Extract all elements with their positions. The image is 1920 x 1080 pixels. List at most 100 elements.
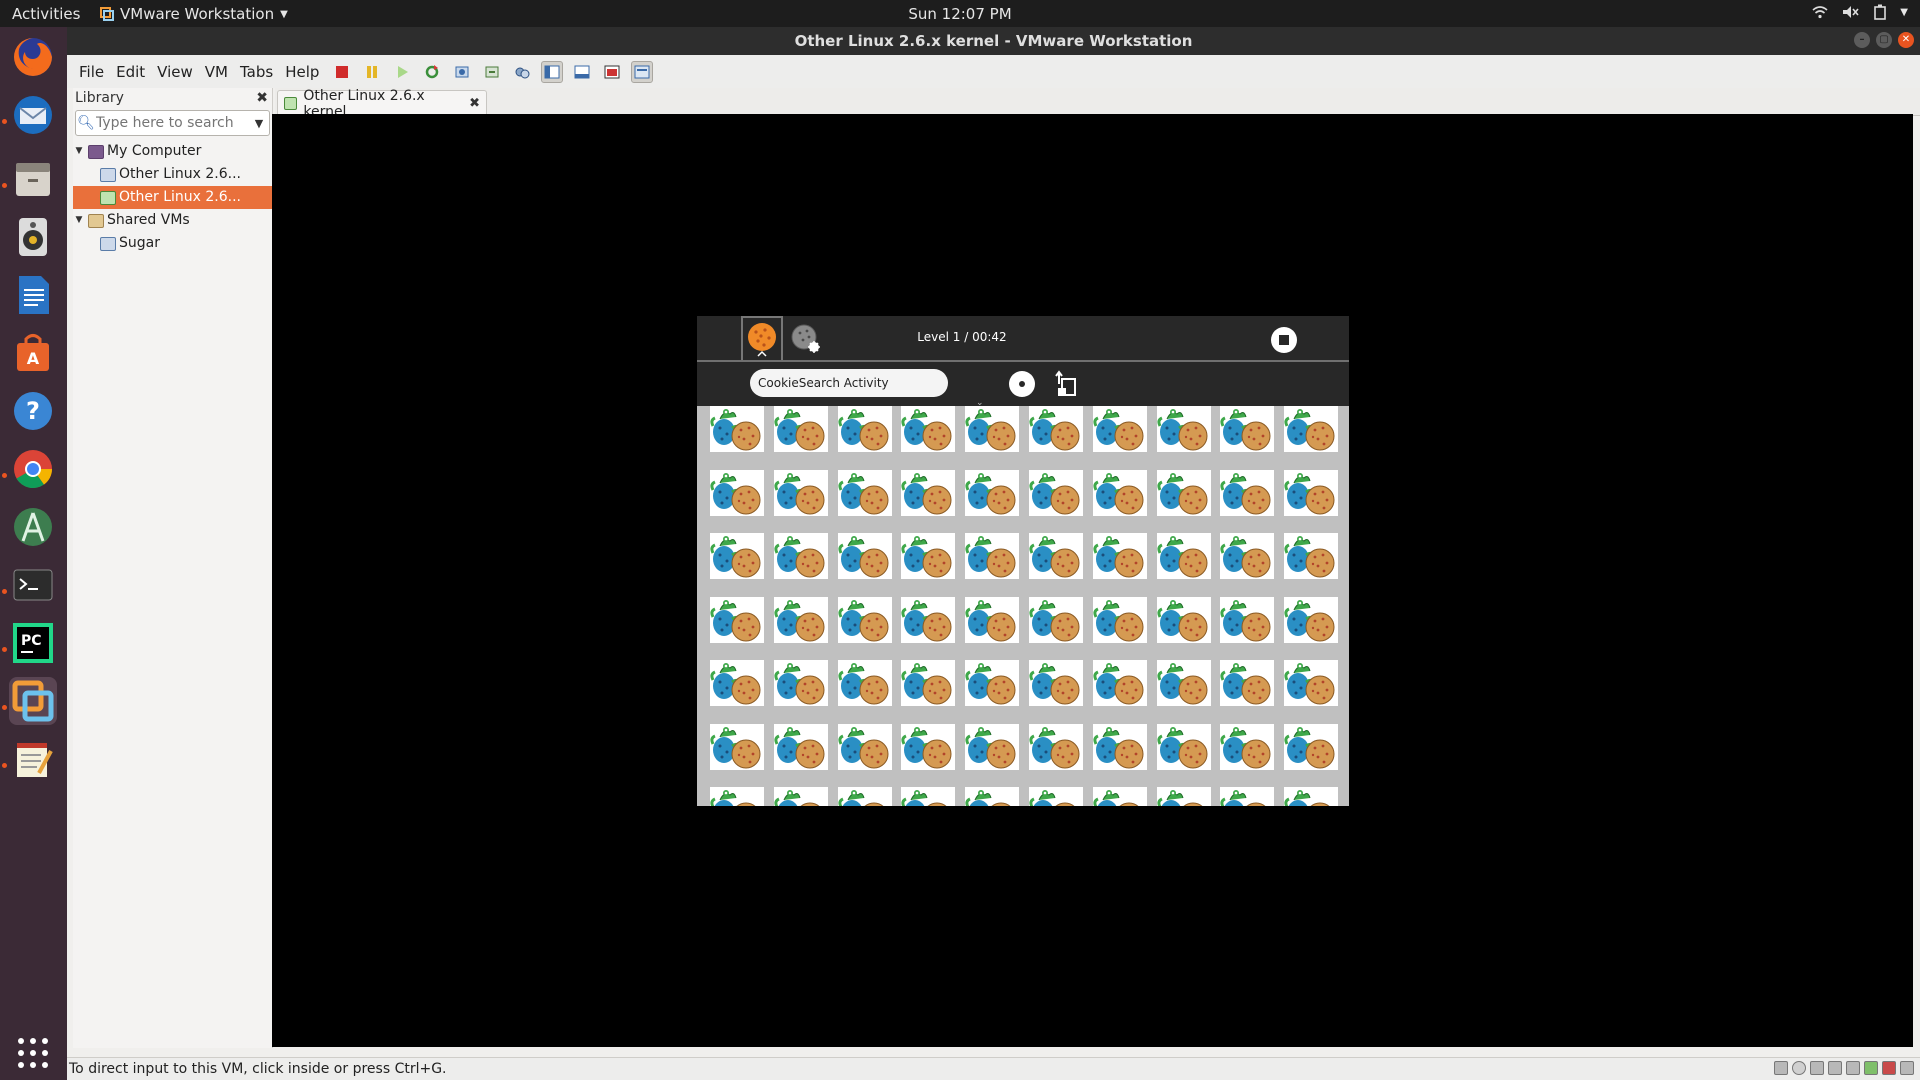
cookie-tile[interactable] (773, 406, 828, 452)
cookie-tile[interactable] (901, 406, 956, 452)
cookie-tile[interactable] (965, 660, 1020, 706)
android-studio-launcher[interactable] (9, 503, 57, 551)
cookie-tile[interactable] (1029, 406, 1083, 452)
cookie-tile[interactable] (773, 723, 828, 770)
cookie-tile[interactable] (710, 469, 764, 516)
cookie-tile[interactable] (1156, 596, 1211, 643)
cookie-tile[interactable] (1284, 533, 1339, 579)
cookie-tile[interactable] (965, 723, 1020, 770)
cookie-tile[interactable] (965, 787, 1020, 806)
cookie-tile[interactable] (1156, 533, 1211, 579)
cookie-tile[interactable] (1284, 596, 1339, 643)
snapshot-button[interactable] (451, 61, 473, 83)
library-search-input[interactable] (96, 115, 236, 131)
cookie-tile[interactable] (1092, 469, 1147, 516)
cookie-tile[interactable] (837, 787, 892, 806)
menu-file[interactable]: File (73, 63, 110, 81)
expander-icon[interactable]: ▼ (73, 140, 85, 163)
terminal-launcher[interactable] (9, 561, 57, 609)
cookie-tile[interactable] (1284, 723, 1339, 770)
cookie-tile[interactable] (773, 660, 828, 706)
cookie-tile[interactable] (1284, 660, 1339, 706)
cookie-tile[interactable] (1029, 723, 1083, 770)
cookie-tile[interactable] (901, 596, 956, 643)
cookie-tile[interactable] (901, 533, 956, 579)
menu-view[interactable]: View (151, 63, 199, 81)
printer-icon[interactable] (1846, 1061, 1860, 1075)
cookie-tile[interactable] (1092, 787, 1147, 806)
suspend-button[interactable] (361, 61, 383, 83)
show-thumbnails-button[interactable] (571, 61, 593, 83)
cookie-tile[interactable] (901, 660, 956, 706)
cookie-tile[interactable] (710, 787, 764, 806)
firefox-launcher[interactable] (9, 33, 57, 81)
cookie-tile[interactable] (837, 596, 892, 643)
system-tray[interactable]: ▼ (1812, 4, 1908, 20)
cookie-tile[interactable] (773, 533, 828, 579)
cookie-tile[interactable] (1029, 596, 1083, 643)
files-launcher[interactable] (9, 155, 57, 203)
chrome-launcher[interactable] (9, 445, 57, 493)
cookie-tile[interactable] (1284, 469, 1339, 516)
tree-node-vm[interactable]: Other Linux 2.6... (73, 163, 272, 186)
cookie-tile[interactable] (837, 723, 892, 770)
usb-icon[interactable] (1828, 1061, 1842, 1075)
close-library-icon[interactable]: ✖ (256, 88, 268, 108)
tree-node-vm-selected[interactable]: Other Linux 2.6... (73, 186, 272, 209)
cookie-tile[interactable] (1092, 723, 1147, 770)
cookie-tile[interactable] (1220, 596, 1275, 643)
snapshot-manager-button[interactable] (511, 61, 533, 83)
app-menu[interactable]: VMware Workstation ▼ (100, 5, 288, 23)
cookie-tile[interactable] (901, 469, 956, 516)
writer-launcher[interactable] (9, 271, 57, 319)
minimize-button[interactable]: – (1854, 32, 1870, 48)
network-adapter-icon[interactable] (1864, 1061, 1878, 1075)
cookie-tile[interactable] (901, 787, 956, 806)
close-button[interactable]: ✕ (1898, 32, 1914, 48)
power-on-button[interactable] (391, 61, 413, 83)
expander-icon[interactable]: ▼ (73, 209, 85, 232)
full-screen-button[interactable] (601, 61, 623, 83)
tree-node-my-computer[interactable]: ▼ My Computer (73, 140, 272, 163)
cookie-tile[interactable] (1284, 787, 1339, 806)
cookie-tile[interactable] (1220, 469, 1275, 516)
cookie-tile[interactable] (710, 533, 764, 579)
tree-node-sugar[interactable]: Sugar (73, 232, 272, 255)
cookie-tile[interactable] (710, 660, 764, 706)
sugar-activity-window[interactable]: Level 1 / 00:42 CookieSearch Activity ⌄ (697, 316, 1349, 806)
library-search[interactable]: 🔍︎ ▼ (75, 110, 270, 136)
floppy-icon[interactable] (1810, 1061, 1824, 1075)
unity-button[interactable] (631, 60, 654, 83)
cookie-tile[interactable] (837, 469, 892, 516)
cookie-tile[interactable] (773, 469, 828, 516)
activity-title-field[interactable]: CookieSearch Activity (750, 369, 948, 397)
tab-vm[interactable]: Other Linux 2.6.x kernel ✖ (277, 88, 487, 120)
text-editor-launcher[interactable] (9, 735, 57, 783)
cookie-tile[interactable] (1220, 787, 1275, 806)
cookie-tile[interactable] (965, 533, 1020, 579)
cookie-tile[interactable] (1284, 406, 1339, 452)
vmware-launcher[interactable] (9, 677, 57, 725)
clock[interactable]: Sun 12:07 PM (908, 5, 1011, 23)
cookie-tile[interactable] (1156, 660, 1211, 706)
window-titlebar[interactable]: Other Linux 2.6.x kernel - VMware Workst… (67, 27, 1920, 55)
display-icon[interactable] (1882, 1061, 1896, 1075)
menu-help[interactable]: Help (279, 63, 325, 81)
cookie-tile[interactable] (1029, 533, 1083, 579)
cookie-tile[interactable] (1092, 406, 1147, 452)
power-off-button[interactable] (331, 61, 353, 83)
cookie-tile[interactable] (837, 660, 892, 706)
reset-button[interactable] (421, 61, 443, 83)
stop-activity-button[interactable] (1271, 327, 1297, 353)
thunderbird-launcher[interactable] (9, 91, 57, 139)
activity-tab[interactable] (741, 316, 783, 360)
pycharm-launcher[interactable]: PC (9, 619, 57, 667)
cookie-settings-icon[interactable] (789, 322, 823, 356)
hard-disk-icon[interactable] (1774, 1061, 1788, 1075)
cookie-tile[interactable] (837, 406, 892, 452)
help-launcher[interactable]: ? (9, 387, 57, 435)
close-tab-icon[interactable]: ✖ (469, 96, 480, 111)
cookie-tile[interactable] (1156, 787, 1211, 806)
cookie-tile[interactable] (965, 469, 1020, 516)
cookie-tile[interactable] (1092, 660, 1147, 706)
